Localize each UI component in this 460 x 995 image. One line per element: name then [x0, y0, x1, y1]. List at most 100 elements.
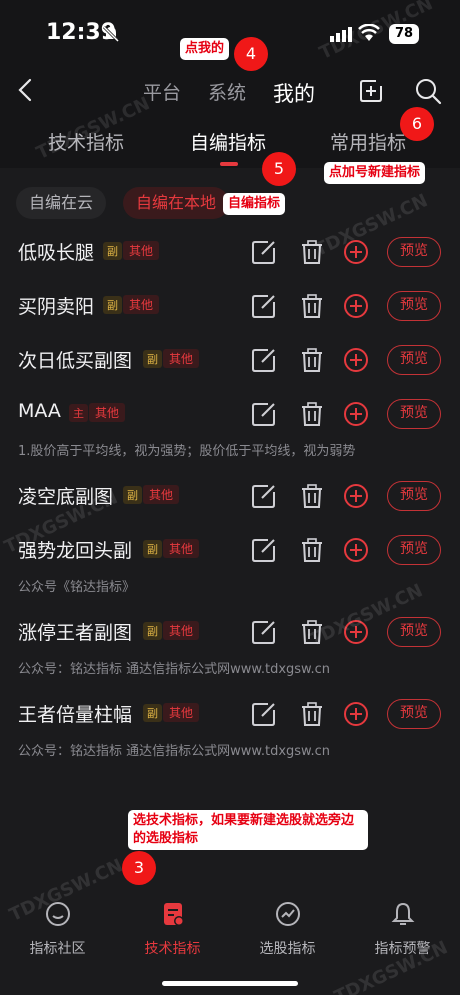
annotation-badge-4: 4: [234, 37, 268, 71]
plus-circle-icon[interactable]: [343, 401, 369, 427]
tab-mine[interactable]: 我的: [273, 78, 315, 108]
indicator-description: 公众号：铭达指标 通达信指标公式网www.tdxgsw.cn: [18, 662, 330, 677]
plus-circle-icon[interactable]: [343, 293, 369, 319]
indicator-description: 1.股价高于平均线，视为强势；股价低于平均线，视为弱势: [18, 444, 356, 459]
nav-alert-label: 指标预警: [374, 941, 431, 957]
chip-local[interactable]: 自编在本地: [123, 187, 230, 219]
delete-icon[interactable]: [299, 537, 325, 563]
edit-icon[interactable]: [251, 401, 277, 427]
category-tag: 其他: [89, 403, 126, 422]
preview-button[interactable]: 预览: [387, 291, 441, 321]
annotation-tech-note: 选技术指标，如果要新建选股就选旁边的选股指标: [128, 810, 368, 850]
back-icon[interactable]: [14, 78, 38, 102]
indicator-name: 强势龙回头副: [18, 540, 133, 562]
plus-circle-icon[interactable]: [343, 483, 369, 509]
annotation-badge-6: 6: [400, 107, 434, 141]
preview-button[interactable]: 预览: [387, 699, 441, 729]
category-tag: 其他: [163, 349, 200, 368]
list-item: 强势龙回头副副其他 预览: [0, 532, 460, 572]
type-tag: 副: [103, 296, 122, 314]
indicator-name: MAA: [18, 400, 61, 422]
edit-icon[interactable]: [251, 483, 277, 509]
search-icon[interactable]: [414, 77, 442, 105]
list-item: 买阴卖阳副其他 预览: [0, 288, 460, 328]
delete-icon[interactable]: [299, 401, 325, 427]
plus-circle-icon[interactable]: [343, 537, 369, 563]
document-icon: [163, 903, 184, 926]
plus-circle-icon[interactable]: [343, 239, 369, 265]
indicator-description: 公众号《铭达指标》: [18, 580, 136, 595]
tab-system[interactable]: 系统: [208, 78, 246, 105]
category-tag: 其他: [123, 295, 160, 314]
category-tag: 其他: [123, 241, 160, 260]
type-tag: 副: [103, 242, 122, 260]
chip-cloud[interactable]: 自编在云: [16, 187, 107, 219]
plus-circle-icon[interactable]: [343, 347, 369, 373]
list-item: 低吸长腿副其他 预览: [0, 234, 460, 274]
delete-icon[interactable]: [299, 347, 325, 373]
type-tag: 副: [123, 486, 142, 504]
list-item: 凌空底副图副其他 预览: [0, 478, 460, 518]
signal-icon: [330, 27, 352, 42]
delete-icon[interactable]: [299, 619, 325, 645]
indicator-description: 公众号：铭达指标 通达信指标公式网www.tdxgsw.cn: [18, 744, 330, 759]
tab-platform[interactable]: 平台: [143, 78, 181, 105]
nav-community[interactable]: 指标社区: [0, 900, 115, 958]
delete-icon[interactable]: [299, 239, 325, 265]
annotation-tap-mine: 点我的: [180, 38, 230, 60]
delete-icon[interactable]: [299, 293, 325, 319]
home-indicator: [162, 981, 298, 986]
bell-muted-icon: [102, 25, 120, 43]
preview-button[interactable]: 预览: [387, 617, 441, 647]
bell-icon: [391, 902, 414, 925]
category-tag: 其他: [163, 703, 200, 722]
list-item: 王者倍量柱幅副其他 预览: [0, 696, 460, 736]
plus-circle-icon[interactable]: [343, 619, 369, 645]
delete-icon[interactable]: [299, 483, 325, 509]
wifi-icon: [358, 24, 380, 41]
subtab-custom[interactable]: 自编指标: [190, 128, 266, 155]
category-tag: 其他: [143, 485, 180, 504]
edit-icon[interactable]: [251, 347, 277, 373]
subtab-common[interactable]: 常用指标: [330, 128, 406, 155]
type-tag: 副: [143, 350, 162, 368]
preview-button[interactable]: 预览: [387, 399, 441, 429]
edit-icon[interactable]: [251, 537, 277, 563]
type-tag: 副: [143, 540, 162, 558]
battery-indicator: 78: [389, 24, 419, 44]
preview-button[interactable]: 预览: [387, 237, 441, 267]
preview-button[interactable]: 预览: [387, 345, 441, 375]
subtab-technical[interactable]: 技术指标: [48, 128, 124, 155]
indicator-name: 买阴卖阳: [18, 296, 95, 318]
indicator-name: 低吸长腿: [18, 242, 95, 264]
indicator-name: 王者倍量柱幅: [18, 704, 133, 726]
preview-button[interactable]: 预览: [387, 481, 441, 511]
list-item: 次日低买副图副其他 预览: [0, 342, 460, 382]
edit-icon[interactable]: [251, 293, 277, 319]
bottom-nav: 指标社区 技术指标 选股指标 指标预警: [0, 890, 460, 995]
annotation-badge-3: 3: [122, 851, 156, 885]
nav-technical[interactable]: 技术指标: [115, 900, 230, 958]
nav-stock-pick[interactable]: 选股指标: [230, 900, 345, 958]
nav-stock-pick-label: 选股指标: [259, 941, 316, 957]
nav-alert[interactable]: 指标预警: [345, 900, 460, 958]
edit-icon[interactable]: [251, 239, 277, 265]
delete-icon[interactable]: [299, 701, 325, 727]
add-indicator-icon[interactable]: [358, 78, 384, 104]
indicator-name: 涨停王者副图: [18, 622, 133, 644]
list-item: MAA 主其他 预览: [0, 396, 460, 436]
indicator-name: 凌空底副图: [18, 486, 114, 508]
trend-icon: [275, 902, 300, 926]
plus-circle-icon[interactable]: [343, 701, 369, 727]
annotation-tap-plus: 点加号新建指标: [324, 162, 426, 184]
subtab-underline: [220, 162, 238, 166]
header: 平台 系统 我的 技术指标 自编指标 常用指标: [0, 68, 460, 168]
indicator-name: 次日低买副图: [18, 350, 133, 372]
type-tag: 副: [143, 622, 162, 640]
preview-button[interactable]: 预览: [387, 535, 441, 565]
edit-icon[interactable]: [251, 701, 277, 727]
category-tag: 其他: [163, 539, 200, 558]
status-bar: 12:39 78: [0, 0, 460, 68]
list-item: 涨停王者副图副其他 预览: [0, 614, 460, 654]
edit-icon[interactable]: [251, 619, 277, 645]
